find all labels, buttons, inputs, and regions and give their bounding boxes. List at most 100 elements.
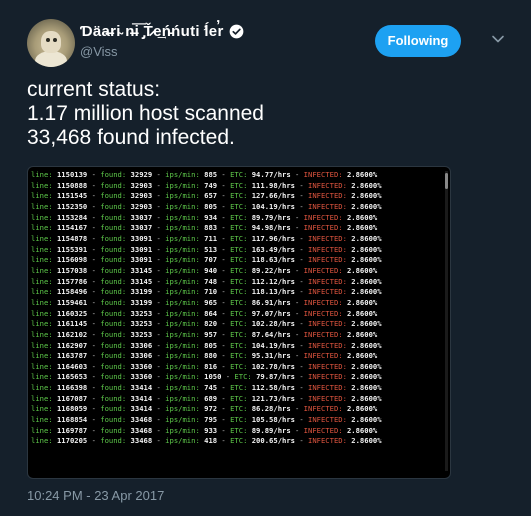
display-name[interactable]: Ɗäa̶ri̴ ͏n̶i͞ ̡Ť̷e͢ń̵ńuti ̛ĺe̕r <box>80 23 224 40</box>
found-label: found: <box>100 383 131 393</box>
line-label: line: <box>31 201 57 211</box>
separator: - <box>295 287 308 297</box>
found-label: found: <box>100 329 131 339</box>
ips-label: ips/min: <box>165 212 205 222</box>
line-label: line: <box>31 404 57 414</box>
terminal-row: line: 1169787 - found: 33468 - ips/min: … <box>31 426 447 437</box>
ips-label: ips/min: <box>165 351 205 361</box>
line-label: line: <box>31 372 57 382</box>
infected-label: INFECTED: <box>308 255 352 265</box>
etc-label: ETC: <box>230 415 252 425</box>
etc-value: 200.65/hrs <box>251 436 296 446</box>
infected-value: 2.8600% <box>351 436 382 446</box>
infected-value: 2.8600% <box>346 329 378 339</box>
found-value: 33414 <box>130 404 153 414</box>
line-label: line: <box>31 276 57 286</box>
separator: - <box>152 361 166 371</box>
found-label: found: <box>100 404 131 414</box>
etc-value: 111.98/hrs <box>251 180 296 190</box>
ips-value: 957 <box>204 329 218 339</box>
infected-label: INFECTED: <box>308 393 352 403</box>
separator: - <box>87 276 101 286</box>
separator: - <box>290 212 304 222</box>
line-value: 1153284 <box>56 212 88 222</box>
ips-label: ips/min: <box>165 393 205 403</box>
etc-label: ETC: <box>230 265 252 275</box>
separator: - <box>152 201 166 211</box>
tweet-timestamp[interactable]: 10:24 PM - 23 Apr 2017 <box>27 488 164 503</box>
found-value: 33468 <box>130 425 153 435</box>
infected-value: 2.8600% <box>346 170 378 179</box>
found-label: found: <box>100 425 131 435</box>
line-value: 1157786 <box>56 276 88 286</box>
terminal-row: line: 1154167 - found: 33037 - ips/min: … <box>31 223 447 234</box>
attached-image[interactable]: line: 1150139 - found: 32929 - ips/min: … <box>27 166 451 479</box>
infected-label: INFECTED: <box>303 351 347 361</box>
line-label: line: <box>31 265 57 275</box>
found-value: 33253 <box>130 308 153 318</box>
line-label: line: <box>31 319 57 329</box>
separator: - <box>152 393 166 403</box>
scrollbar-thumb <box>445 173 448 189</box>
author-info[interactable]: Ɗäa̶ri̴ ͏n̶i͞ ̡Ť̷e͢ń̵ńuti ̛ĺe̕r @Viss <box>80 23 244 59</box>
ips-value: 1050 <box>204 372 222 382</box>
line-value: 1167087 <box>56 393 88 403</box>
tweet-text: current status: 1.17 million host scanne… <box>27 78 507 150</box>
etc-label: ETC: <box>230 404 252 414</box>
infected-label: INFECTED: <box>308 361 352 371</box>
etc-value: 104.19/hrs <box>251 201 296 211</box>
separator: - <box>87 340 101 350</box>
infected-label: INFECTED: <box>308 191 352 201</box>
found-value: 33414 <box>130 393 153 403</box>
separator: - <box>87 415 101 425</box>
separator: - <box>87 319 101 329</box>
etc-label: ETC: <box>230 329 252 339</box>
terminal-row: line: 1164603 - found: 33360 - ips/min: … <box>31 362 447 373</box>
separator: - <box>152 191 166 201</box>
user-handle[interactable]: @Viss <box>80 44 244 59</box>
found-label: found: <box>100 393 131 403</box>
terminal-row: line: 1155391 - found: 33091 - ips/min: … <box>31 245 447 256</box>
terminal-row: line: 1153284 - found: 33037 - ips/min: … <box>31 213 447 224</box>
avatar[interactable] <box>27 19 75 67</box>
separator: - <box>217 170 231 179</box>
etc-value: 79.87/hrs <box>256 372 296 382</box>
ips-value: 805 <box>204 340 218 350</box>
line-value: 1157038 <box>56 265 88 275</box>
separator: - <box>295 372 308 382</box>
found-label: found: <box>100 201 131 211</box>
separator: - <box>295 244 308 254</box>
line-label: line: <box>31 212 57 222</box>
infected-label: INFECTED: <box>303 329 347 339</box>
terminal-row: line: 1168059 - found: 33414 - ips/min: … <box>31 404 447 415</box>
separator: - <box>295 361 308 371</box>
following-button[interactable]: Following <box>375 25 461 57</box>
infected-label: INFECTED: <box>308 180 352 190</box>
ips-label: ips/min: <box>165 329 205 339</box>
separator: - <box>217 223 231 233</box>
etc-value: 112.12/hrs <box>251 276 296 286</box>
separator: - <box>152 436 166 446</box>
separator: - <box>290 308 304 318</box>
etc-label: ETC: <box>230 201 252 211</box>
ips-label: ips/min: <box>165 244 205 254</box>
etc-value: 102.28/hrs <box>251 319 296 329</box>
separator: - <box>217 436 231 446</box>
chevron-down-icon[interactable] <box>490 31 506 47</box>
terminal-row: line: 1167087 - found: 33414 - ips/min: … <box>31 394 447 405</box>
ips-label: ips/min: <box>165 180 205 190</box>
line-label: line: <box>31 191 57 201</box>
infected-value: 2.8600% <box>351 201 382 211</box>
terminal-row: line: 1161145 - found: 33253 - ips/min: … <box>31 319 447 330</box>
found-value: 33145 <box>130 265 153 275</box>
etc-label: ETC: <box>230 170 252 179</box>
separator: - <box>295 340 308 350</box>
terminal-row: line: 1162907 - found: 33306 - ips/min: … <box>31 341 447 352</box>
separator: - <box>290 404 304 414</box>
separator: - <box>295 191 308 201</box>
etc-value: 86.91/hrs <box>251 297 291 307</box>
found-label: found: <box>100 255 131 265</box>
separator: - <box>87 383 101 393</box>
infected-value: 2.8600% <box>351 383 382 393</box>
etc-value: 121.73/hrs <box>251 393 296 403</box>
